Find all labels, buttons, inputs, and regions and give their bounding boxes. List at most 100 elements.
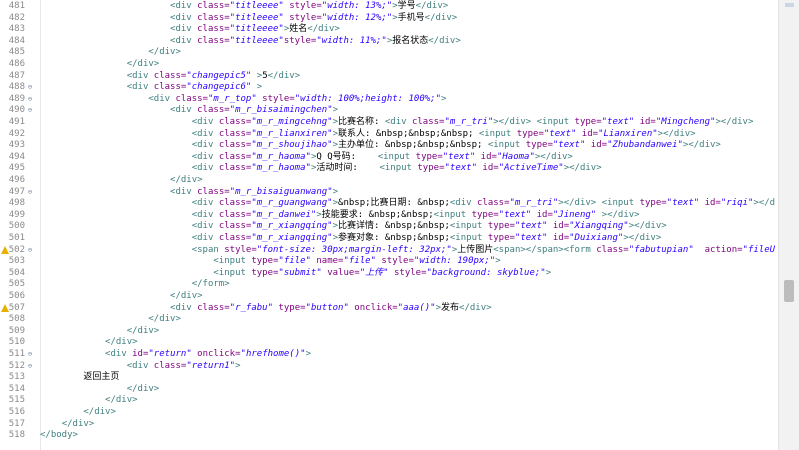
- code-token: </div>: [61, 418, 95, 429]
- code-line[interactable]: 506 </div>: [0, 291, 778, 303]
- code-text: <div class="m_r_xiangqing">参赛对象: &nbsp;&…: [40, 233, 662, 245]
- code-token: Q Q号码:: [316, 151, 378, 162]
- fold-toggle-icon[interactable]: ⊖: [26, 105, 34, 117]
- code-token: 发布: [441, 302, 460, 313]
- code-token: "Xiangqing": [569, 221, 629, 232]
- code-token: <input: [449, 233, 488, 243]
- code-line[interactable]: 499 <div class="m_r_danwei">技能要求: &nbsp;…: [0, 210, 778, 222]
- code-line[interactable]: 494 <div class="m_r_haoma">Q Q号码: <input…: [0, 152, 778, 164]
- code-token: 比赛名称:: [338, 117, 385, 127]
- overview-marker: [785, 3, 794, 7]
- code-line[interactable]: 495 <div class="m_r_haoma">活动时间: <input …: [0, 163, 778, 175]
- code-line[interactable]: 487 <div class="changepic5" >5</div>: [0, 71, 778, 83]
- code-token: class=: [197, 12, 230, 23]
- code-line[interactable]: 515 </div>: [0, 395, 778, 407]
- code-line[interactable]: 481 <div class="titleeee" style="width: …: [0, 1, 778, 13]
- code-line[interactable]: 485 </div>: [0, 47, 778, 59]
- vertical-scrollbar[interactable]: [778, 0, 799, 450]
- code-text: <div class="m_r_danwei">技能要求: &nbsp;&nbs…: [40, 210, 640, 222]
- code-line[interactable]: 513 返回主页: [0, 372, 778, 384]
- code-line[interactable]: 488 ⊖ <div class="changepic6" >: [0, 82, 778, 94]
- code-token: "submit": [278, 267, 322, 278]
- code-line[interactable]: 501 <div class="m_r_xiangqing">参赛对象: &nb…: [0, 233, 778, 245]
- code-token: "titleeee": [229, 1, 284, 11]
- code-line[interactable]: 504 <input type="submit" value="上传" styl…: [0, 268, 778, 280]
- code-token: 技能要求: &nbsp;&nbsp;: [321, 209, 434, 220]
- code-token: <div: [170, 302, 198, 313]
- code-token: </div>: [170, 291, 203, 301]
- code-line[interactable]: 508 </div>: [0, 314, 778, 326]
- code-line[interactable]: 493 <div class="m_r_shoujihao">主办单位: &nb…: [0, 140, 778, 152]
- scrollbar-thumb[interactable]: [784, 280, 794, 302]
- code-line[interactable]: 498 <div class="m_r_guangwang">&nbsp;比赛日…: [0, 198, 778, 210]
- code-token: "riqi": [720, 198, 754, 209]
- code-editor[interactable]: 481 <div class="titleeee" style="width: …: [0, 0, 778, 450]
- code-token: class=: [153, 70, 187, 81]
- code-token: "Duixiang": [569, 233, 624, 243]
- code-text: <div class="m_r_lianxiren">联系人: &nbsp;&n…: [40, 129, 696, 141]
- fold-toggle-icon[interactable]: ⊖: [26, 245, 34, 257]
- fold-toggle-icon[interactable]: ⊖: [26, 187, 34, 199]
- code-token: ></div> <input: [558, 198, 640, 209]
- code-token: class=: [476, 198, 510, 209]
- code-line[interactable]: 486 </div>: [0, 59, 778, 71]
- line-number: 513: [8, 372, 25, 383]
- code-line[interactable]: 517 </div>: [0, 419, 778, 431]
- fold-toggle-icon[interactable]: ⊖: [26, 82, 34, 94]
- code-line[interactable]: 510 </div>: [0, 337, 778, 349]
- code-line[interactable]: 511 ⊖ <div id="return" onclick="hrefhome(…: [0, 349, 778, 361]
- code-token: class=: [218, 128, 252, 139]
- code-line[interactable]: 516 </div>: [0, 407, 778, 419]
- fold-toggle-icon[interactable]: ⊖: [26, 94, 34, 106]
- fold-toggle-icon[interactable]: ⊖: [26, 361, 34, 373]
- code-line[interactable]: 484 <div class="titleeee"style="width: 1…: [0, 36, 778, 48]
- line-number: 517: [8, 418, 25, 429]
- line-number: 518: [8, 430, 25, 441]
- code-token: </div>: [105, 395, 138, 406]
- code-line[interactable]: 502 ⊖ <span style="font-size: 30px;margin…: [0, 245, 778, 257]
- code-token: </div>: [307, 24, 340, 35]
- line-number: 482: [8, 12, 25, 23]
- code-line[interactable]: 483 <div class="titleeee">姓名</div>: [0, 24, 778, 36]
- code-line[interactable]: 507 <div class="r_fabu" type="button" on…: [0, 303, 778, 315]
- code-token: <div: [170, 24, 198, 35]
- fold-toggle-icon[interactable]: ⊖: [26, 349, 34, 361]
- code-line[interactable]: 512 ⊖ <div class="return1">: [0, 361, 778, 373]
- code-token: ></div>: [715, 117, 754, 127]
- code-token: type=: [471, 209, 499, 220]
- code-line[interactable]: 505 </form>: [0, 279, 778, 291]
- code-token: <div: [170, 12, 198, 23]
- code-token: >: [235, 360, 241, 371]
- code-token: class=: [218, 221, 252, 232]
- code-line[interactable]: 500 <div class="m_r_xiangqing">比赛详情: &nb…: [0, 221, 778, 233]
- code-line[interactable]: 518 </body>: [0, 430, 778, 442]
- code-token: >: [441, 93, 447, 104]
- code-line[interactable]: 491 <div class="m_r_mingcehng">比赛名称: <di…: [0, 117, 778, 129]
- code-token: ></div>: [657, 128, 696, 139]
- code-line[interactable]: 489 ⊖ <div class="m_r_top" style="width: …: [0, 94, 778, 106]
- line-number: 506: [8, 291, 25, 301]
- code-text: <div class="changepic6" >: [40, 82, 262, 94]
- code-line[interactable]: 497 ⊖ <div class="m_r_bisaiguanwang">: [0, 187, 778, 199]
- code-line[interactable]: 514 </div>: [0, 384, 778, 396]
- code-token: style=: [283, 1, 322, 11]
- code-line[interactable]: 509 </div>: [0, 326, 778, 338]
- code-line[interactable]: 482 <div class="titleeee" style="width: …: [0, 13, 778, 25]
- code-token: style=: [256, 93, 295, 104]
- code-line[interactable]: 503 <input type="file" name="file" style…: [0, 256, 778, 268]
- code-line[interactable]: 492 <div class="m_r_lianxiren">联系人: &nbs…: [0, 129, 778, 141]
- code-token: "text": [444, 163, 477, 174]
- code-line[interactable]: 496 </div>: [0, 175, 778, 187]
- code-text: <div class="r_fabu" type="button" onclic…: [40, 303, 492, 315]
- code-line[interactable]: 490 ⊖ <div class="m_r_bisaimingchen">: [0, 105, 778, 117]
